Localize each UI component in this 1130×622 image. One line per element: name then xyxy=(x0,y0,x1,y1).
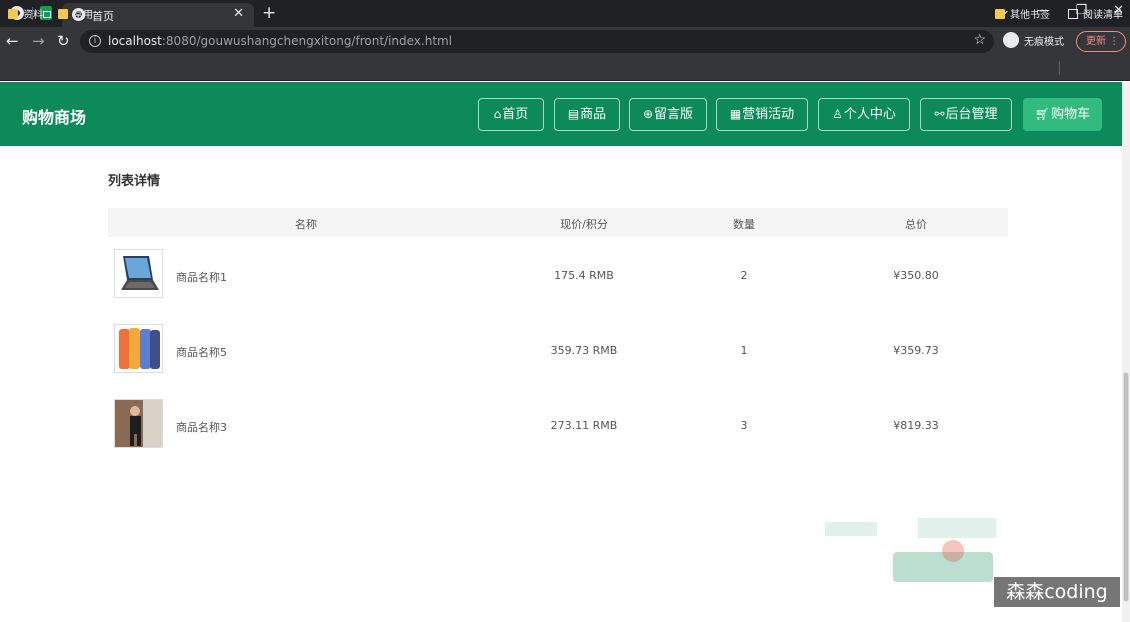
incognito-icon xyxy=(1003,32,1019,48)
table-header: 名称 现价/积分 数量 总价 xyxy=(108,208,1008,237)
home-icon: ⌂ xyxy=(493,107,502,121)
url-text: localhost:8080/gouwushangchengxitong/fro… xyxy=(108,34,453,48)
bookmark-folder-0[interactable]: 资料 xyxy=(8,6,43,21)
nav-promotions[interactable]: ▦营销活动 xyxy=(716,98,808,131)
nav-products[interactable]: ▤商品 xyxy=(554,98,620,131)
bookmark-star-icon[interactable]: ☆ xyxy=(973,32,986,48)
laptop-image[interactable] xyxy=(114,249,163,298)
update-button[interactable]: 更新 ⋮ xyxy=(1076,31,1126,52)
table-row[interactable]: 商品名称5 359.73 RMB 1 ¥359.73 xyxy=(108,312,1008,387)
scrollbar-thumb[interactable] xyxy=(1123,372,1129,602)
calendar-icon: ▤ xyxy=(567,107,580,121)
folder-icon xyxy=(8,8,18,19)
column-header-qty: 数量 xyxy=(733,218,755,231)
link-icon: ⚯ xyxy=(934,107,945,121)
faded-element xyxy=(825,522,877,536)
address-input[interactable]: i localhost:8080/gouwushangchengxitong/f… xyxy=(80,30,994,53)
nav-profile[interactable]: ♙个人中心 xyxy=(818,98,910,131)
faded-element xyxy=(942,540,964,562)
folder-icon xyxy=(995,8,1005,19)
section-title: 列表详情 xyxy=(108,174,161,189)
phones-image[interactable] xyxy=(114,324,163,373)
person-photo[interactable] xyxy=(114,399,163,448)
bookmarks-separator xyxy=(1059,61,1060,75)
nav-admin[interactable]: ⚯后台管理 xyxy=(920,98,1012,131)
cart-icon: 🛒︎ xyxy=(1034,107,1051,121)
product-price: 273.11 RMB xyxy=(550,419,618,432)
table-row[interactable]: 商品名称1 175.4 RMB 2 ¥350.80 xyxy=(108,237,1008,312)
column-header-total: 总价 xyxy=(905,218,927,231)
address-bar-row: ← → ↻ i localhost:8080/gouwushangchengxi… xyxy=(0,27,1130,56)
reload-icon[interactable]: ↻ xyxy=(57,33,70,49)
folder-icon xyxy=(58,8,68,19)
column-header-name: 名称 xyxy=(295,218,317,231)
grid-icon: ▦ xyxy=(729,107,742,121)
product-total: ¥359.73 xyxy=(893,344,939,357)
brand-title[interactable]: 购物商场 xyxy=(22,104,86,128)
product-name[interactable]: 商品名称3 xyxy=(176,419,227,435)
product-price: 359.73 RMB xyxy=(550,344,618,357)
nav-messages[interactable]: ⊕留言版 xyxy=(629,98,707,131)
user-icon: ♙ xyxy=(832,107,843,121)
reading-list-icon xyxy=(1068,8,1078,19)
page-scrollbar[interactable] xyxy=(1122,82,1130,622)
bookmarks-bar xyxy=(0,56,1130,81)
incognito-label: 无痕模式 xyxy=(1024,36,1064,48)
cart-table: 名称 现价/积分 数量 总价 商品名称1 175.4 RMB 2 ¥350.80 xyxy=(108,208,1008,462)
tab-title: 首页 xyxy=(92,10,114,23)
product-name[interactable]: 商品名称5 xyxy=(176,344,227,360)
product-total: ¥819.33 xyxy=(893,419,939,432)
close-tab-icon[interactable]: ✕ xyxy=(233,6,244,21)
table-row[interactable]: 商品名称3 273.11 RMB 3 ¥819.33 xyxy=(108,387,1008,462)
incognito-indicator[interactable]: 无痕模式 xyxy=(1003,32,1064,48)
product-qty: 2 xyxy=(740,269,748,282)
product-price: 175.4 RMB xyxy=(554,269,614,282)
forward-icon[interactable]: → xyxy=(32,33,45,49)
nav-home[interactable]: ⌂首页 xyxy=(478,98,544,131)
reading-list[interactable]: 阅读清单 xyxy=(1068,6,1123,21)
bookmark-folder-other[interactable]: 其他书签 xyxy=(995,6,1050,21)
browser-tab-strip: 首页 ✕ + ⌄ — ❐ ✕ xyxy=(0,0,1130,27)
product-name[interactable]: 商品名称1 xyxy=(176,269,227,285)
site-header: 购物商场 ⌂首页 ▤商品 ⊕留言版 ▦营销活动 ♙个人中心 ⚯后台管理 🛒︎购物… xyxy=(0,82,1122,146)
bookmark-folder-1[interactable]: 常用 xyxy=(58,6,93,21)
back-icon[interactable]: ← xyxy=(6,33,19,49)
product-qty: 1 xyxy=(740,344,748,357)
watermark: 森森coding xyxy=(994,577,1120,607)
column-header-price: 现价/积分 xyxy=(560,218,608,231)
product-qty: 3 xyxy=(740,419,748,432)
site-info-icon[interactable]: i xyxy=(89,35,101,47)
nav-cart[interactable]: 🛒︎购物车 xyxy=(1023,98,1102,131)
faded-element xyxy=(918,518,996,538)
globe-icon: ⊕ xyxy=(642,107,654,121)
product-total: ¥350.80 xyxy=(893,269,939,282)
new-tab-icon[interactable]: + xyxy=(262,3,276,23)
